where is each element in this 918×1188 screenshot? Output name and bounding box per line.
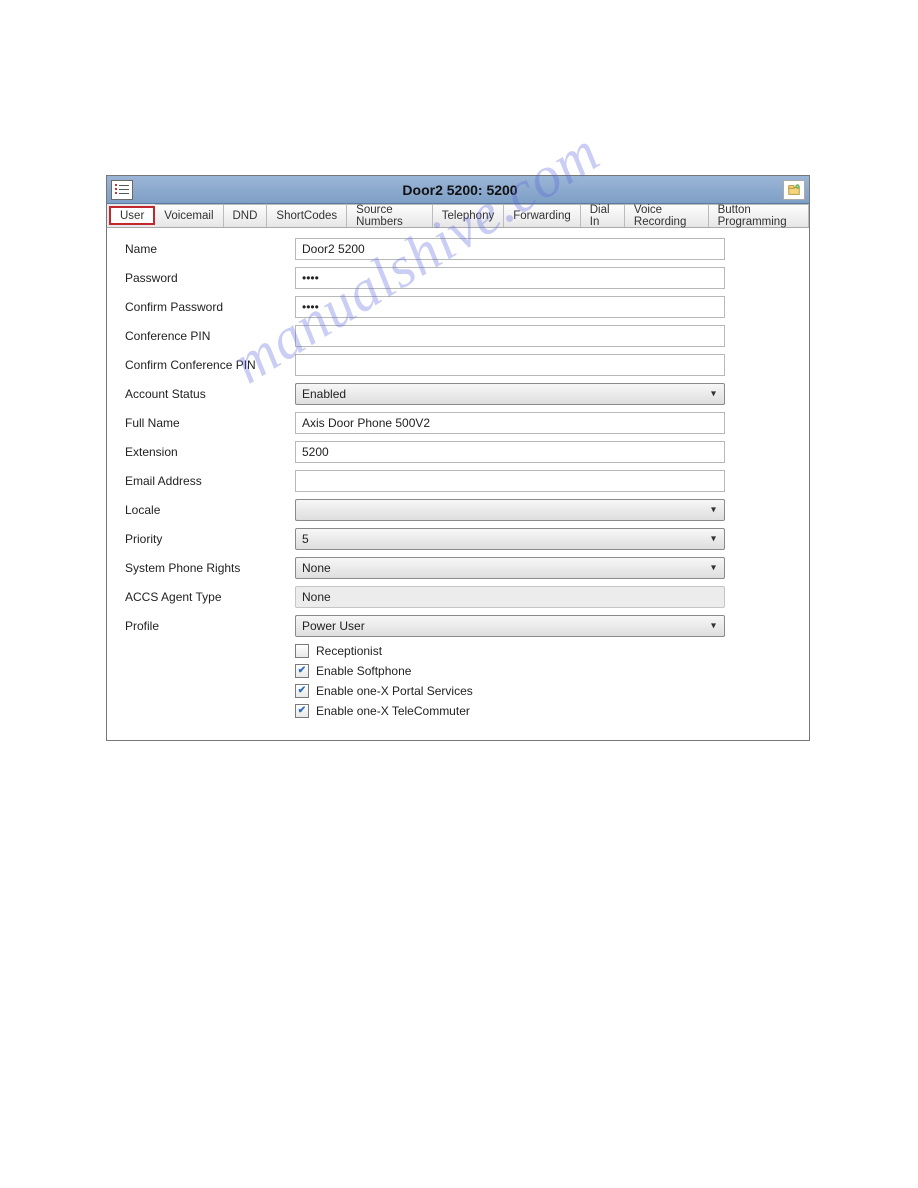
label-confirm-conference-pin: Confirm Conference PIN <box>125 358 295 372</box>
tab-telephony[interactable]: Telephony <box>433 204 504 227</box>
label-profile: Profile <box>125 619 295 633</box>
titlebar: Door2 5200: 5200 <box>107 176 809 204</box>
select-locale[interactable] <box>295 499 725 521</box>
input-confirm-password[interactable]: •••• <box>295 296 725 318</box>
input-password[interactable]: •••• <box>295 267 725 289</box>
checkbox-label-receptionist: Receptionist <box>316 644 382 658</box>
label-name: Name <box>125 242 295 256</box>
input-conference-pin[interactable] <box>295 325 725 347</box>
label-email: Email Address <box>125 474 295 488</box>
checkbox-enable-softphone[interactable] <box>295 664 309 678</box>
checkbox-label-softphone: Enable Softphone <box>316 664 411 678</box>
checkbox-enable-onex-portal[interactable] <box>295 684 309 698</box>
label-confirm-password: Confirm Password <box>125 300 295 314</box>
tab-source-numbers[interactable]: Source Numbers <box>347 204 433 227</box>
label-system-phone-rights: System Phone Rights <box>125 561 295 575</box>
tab-user[interactable]: User <box>109 206 155 225</box>
tab-shortcodes[interactable]: ShortCodes <box>267 204 347 227</box>
input-confirm-conference-pin[interactable] <box>295 354 725 376</box>
tab-button-programming[interactable]: Button Programming <box>709 204 809 227</box>
config-window: Door2 5200: 5200 User Voicemail DND Shor… <box>106 175 810 741</box>
label-extension: Extension <box>125 445 295 459</box>
tab-dial-in[interactable]: Dial In <box>581 204 625 227</box>
input-name[interactable]: Door2 5200 <box>295 238 725 260</box>
label-locale: Locale <box>125 503 295 517</box>
input-email[interactable] <box>295 470 725 492</box>
field-accs-agent-type: None <box>295 586 725 608</box>
list-icon[interactable] <box>111 180 133 200</box>
tab-forwarding[interactable]: Forwarding <box>504 204 581 227</box>
form-body: Name Door2 5200 Password •••• Confirm Pa… <box>107 228 809 740</box>
checkbox-enable-onex-telecommuter[interactable] <box>295 704 309 718</box>
select-priority[interactable]: 5 <box>295 528 725 550</box>
input-extension[interactable]: 5200 <box>295 441 725 463</box>
select-account-status[interactable]: Enabled <box>295 383 725 405</box>
label-conference-pin: Conference PIN <box>125 329 295 343</box>
checkbox-receptionist[interactable] <box>295 644 309 658</box>
tab-bar: User Voicemail DND ShortCodes Source Num… <box>107 204 809 228</box>
select-system-phone-rights[interactable]: None <box>295 557 725 579</box>
folder-icon[interactable] <box>783 180 805 200</box>
tab-voice-recording[interactable]: Voice Recording <box>625 204 709 227</box>
label-full-name: Full Name <box>125 416 295 430</box>
checkbox-label-onex-portal: Enable one-X Portal Services <box>316 684 473 698</box>
label-password: Password <box>125 271 295 285</box>
label-accs-agent-type: ACCS Agent Type <box>125 590 295 604</box>
select-profile[interactable]: Power User <box>295 615 725 637</box>
window-title: Door2 5200: 5200 <box>137 182 783 198</box>
checkbox-label-onex-telecommuter: Enable one-X TeleCommuter <box>316 704 470 718</box>
label-account-status: Account Status <box>125 387 295 401</box>
tab-voicemail[interactable]: Voicemail <box>155 204 223 227</box>
label-priority: Priority <box>125 532 295 546</box>
tab-dnd[interactable]: DND <box>224 204 268 227</box>
input-full-name[interactable]: Axis Door Phone 500V2 <box>295 412 725 434</box>
